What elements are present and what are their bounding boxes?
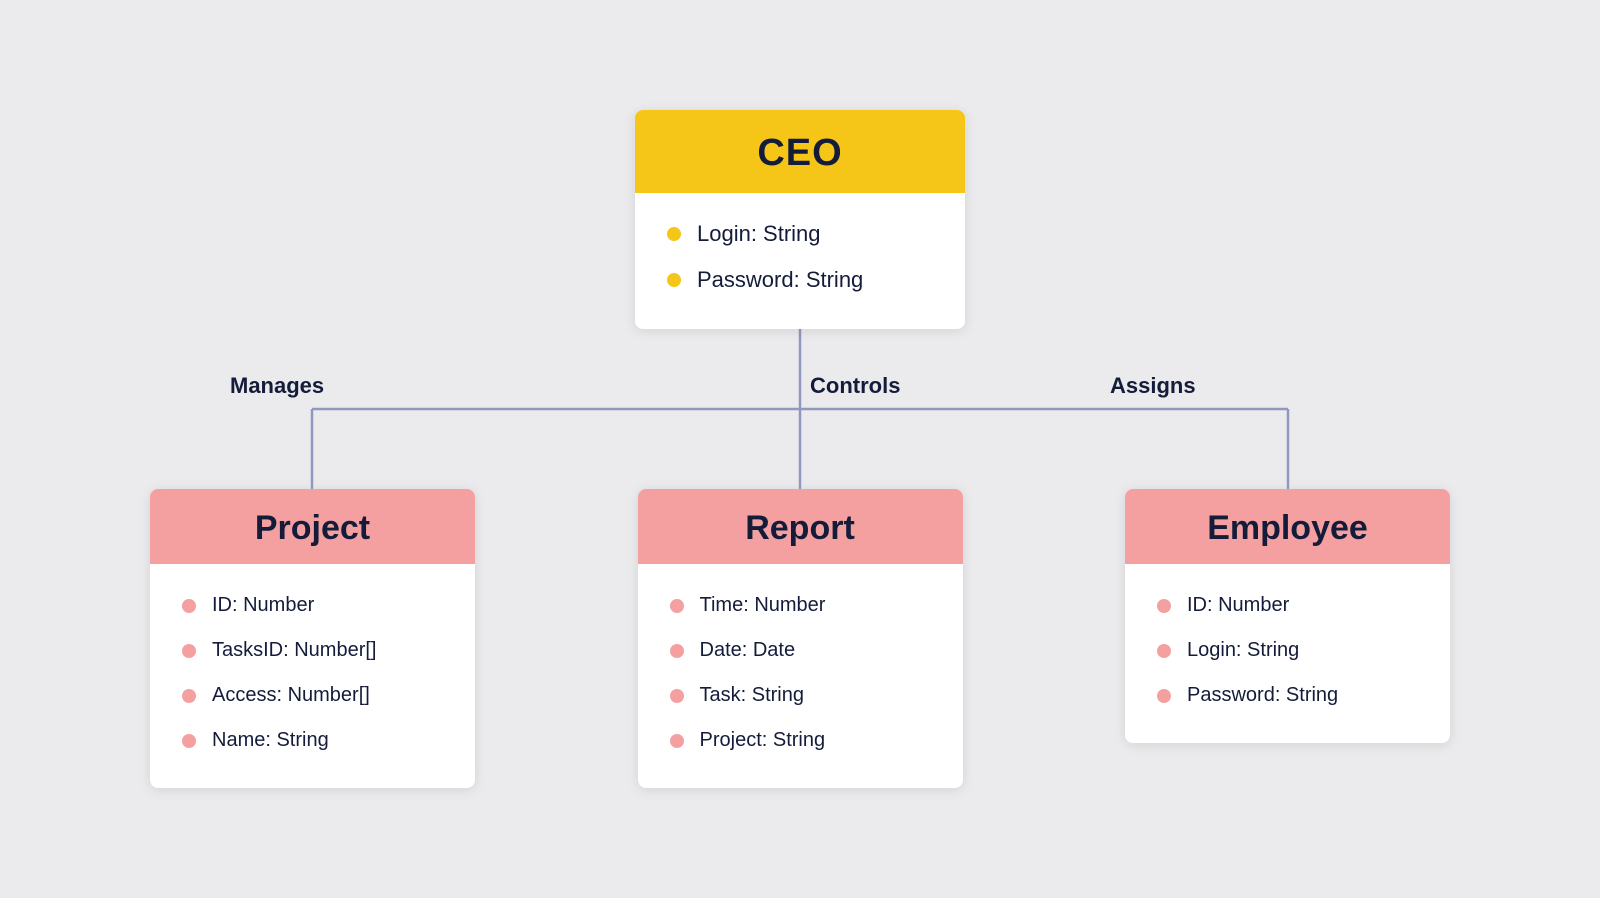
bullet-icon	[1157, 599, 1171, 613]
ceo-header: CEO	[635, 110, 965, 193]
project-header: Project	[150, 489, 475, 564]
bullet-icon	[1157, 689, 1171, 703]
ceo-field-1: Password: String	[667, 267, 933, 293]
cards-row: Project ID: Number TasksID: Number[] Acc…	[150, 489, 1450, 788]
report-body: Time: Number Date: Date Task: String Pro…	[638, 564, 963, 788]
ceo-field-0: Login: String	[667, 221, 933, 247]
manages-label: Manages	[230, 373, 324, 399]
employee-card: Employee ID: Number Login: String Passwo…	[1125, 489, 1450, 743]
bullet-icon	[667, 273, 681, 287]
connector-svg	[150, 329, 1450, 489]
report-card: Report Time: Number Date: Date Task: Str…	[638, 489, 963, 788]
bullet-icon	[182, 599, 196, 613]
report-field-1: Date: Date	[670, 639, 931, 662]
bullet-icon	[670, 734, 684, 748]
employee-header: Employee	[1125, 489, 1450, 564]
project-field-2: Access: Number[]	[182, 684, 443, 707]
bullet-icon	[182, 689, 196, 703]
report-field-0: Time: Number	[670, 594, 931, 617]
report-header: Report	[638, 489, 963, 564]
ceo-card: CEO Login: String Password: String	[635, 110, 965, 329]
project-field-3: Name: String	[182, 729, 443, 752]
project-title: Project	[255, 509, 370, 547]
ceo-body: Login: String Password: String	[635, 193, 965, 329]
employee-field-2: Password: String	[1157, 684, 1418, 707]
connector-area: Manages Controls Assigns	[150, 329, 1450, 489]
report-field-3: Project: String	[670, 729, 931, 752]
diagram: CEO Login: String Password: String	[150, 110, 1450, 788]
bullet-icon	[1157, 644, 1171, 658]
bullet-icon	[670, 599, 684, 613]
bullet-icon	[670, 689, 684, 703]
project-field-0: ID: Number	[182, 594, 443, 617]
project-body: ID: Number TasksID: Number[] Access: Num…	[150, 564, 475, 788]
report-field-2: Task: String	[670, 684, 931, 707]
controls-label: Controls	[810, 373, 900, 399]
bullet-icon	[670, 644, 684, 658]
employee-title: Employee	[1207, 509, 1368, 547]
bullet-icon	[182, 734, 196, 748]
report-title: Report	[745, 509, 855, 547]
employee-field-0: ID: Number	[1157, 594, 1418, 617]
employee-field-1: Login: String	[1157, 639, 1418, 662]
bullet-icon	[182, 644, 196, 658]
assigns-label: Assigns	[1110, 373, 1196, 399]
employee-body: ID: Number Login: String Password: Strin…	[1125, 564, 1450, 743]
ceo-title: CEO	[757, 132, 842, 174]
project-field-1: TasksID: Number[]	[182, 639, 443, 662]
project-card: Project ID: Number TasksID: Number[] Acc…	[150, 489, 475, 788]
bullet-icon	[667, 227, 681, 241]
